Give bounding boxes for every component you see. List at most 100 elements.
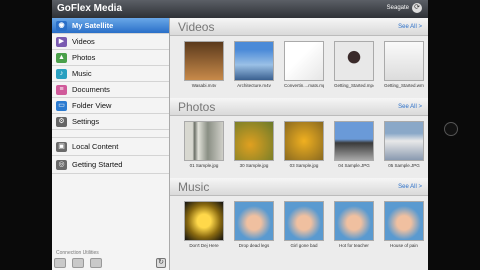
sidebar-item-music[interactable]: ♪ Music [52, 66, 169, 82]
app-title: GoFlex Media [57, 3, 123, 14]
top-bar: GoFlex Media Seagate ⟳ [52, 0, 428, 18]
sidebar-item-local-content[interactable]: ▣ Local Content [52, 138, 169, 156]
user-icon[interactable] [72, 258, 84, 268]
section-title: Videos [178, 20, 215, 34]
network-icon[interactable] [54, 258, 66, 268]
sidebar-item-my-satellite[interactable]: ◉ My Satellite [52, 18, 169, 34]
photos-section-header: Photos See All > [170, 98, 428, 116]
video-caption: Getting_Started.wmv [384, 83, 424, 88]
music-row: Don't Dej Here Drop dead legs Girl gone … [170, 201, 428, 248]
video-caption: Wasabi.m4v [191, 83, 217, 88]
music-item[interactable]: Hot for teacher [334, 201, 374, 248]
music-item[interactable]: House of pain [384, 201, 424, 248]
settings-icon: ⚙ [56, 116, 67, 127]
photo-item[interactable]: 03 Sample.jpg [284, 121, 324, 168]
sidebar-item-label: Music [72, 69, 92, 78]
documents-icon: ≡ [56, 84, 67, 95]
photo-thumbnail [184, 121, 224, 161]
device-label: Seagate [386, 5, 409, 11]
music-section-header: Music See All > [170, 178, 428, 196]
photo-thumbnail [334, 121, 374, 161]
video-thumbnail [184, 41, 224, 81]
photos-icon: ▲ [56, 52, 67, 63]
photo-caption: 04 Sample.JPG [338, 163, 370, 168]
videos-icon: ▶ [56, 36, 67, 47]
video-item[interactable]: Wasabi.m4v [184, 41, 224, 88]
videos-section-header: Videos See All > [170, 18, 428, 36]
album-art [334, 201, 374, 241]
video-thumbnail [334, 41, 374, 81]
sidebar-item-videos[interactable]: ▶ Videos [52, 34, 169, 50]
music-caption: Don't Dej Here [189, 243, 219, 248]
sidebar-item-photos[interactable]: ▲ Photos [52, 50, 169, 66]
video-thumbnail [284, 41, 324, 81]
section-title: Photos [178, 100, 216, 114]
getting-started-icon: ◎ [56, 159, 67, 170]
videos-see-all-link[interactable]: See All > [398, 24, 422, 30]
music-caption: Hot for teacher [339, 243, 369, 248]
sidebar-item-settings[interactable]: ⚙ Settings [52, 114, 169, 130]
music-item[interactable]: Drop dead legs [234, 201, 274, 248]
music-item[interactable]: Don't Dej Here [184, 201, 224, 248]
album-art [234, 201, 274, 241]
photo-item[interactable]: 05 Sample.JPG [384, 121, 424, 168]
device-icon: ⟳ [412, 3, 422, 13]
video-item[interactable]: Convertin....mats.mp4 [284, 41, 324, 88]
refresh-icon[interactable]: ↻ [156, 258, 166, 268]
sidebar-item-label: Documents [72, 85, 110, 94]
share-icon[interactable] [90, 258, 102, 268]
photo-caption: 01 Sample.jpg [189, 163, 219, 168]
photo-caption: 30 Sample.jpg [239, 163, 269, 168]
connection-utilities-label: Connection Utilities [56, 250, 99, 256]
local-content-icon: ▣ [56, 141, 67, 152]
connection-utilities [54, 258, 102, 268]
app-screen: GoFlex Media Seagate ⟳ ◉ My Satellite ▶ … [52, 0, 428, 270]
photo-item[interactable]: 30 Sample.jpg [234, 121, 274, 168]
music-item[interactable]: Girl gone bad [284, 201, 324, 248]
sidebar-item-getting-started[interactable]: ◎ Getting Started [52, 156, 169, 174]
music-caption: Drop dead legs [238, 243, 270, 248]
sidebar-item-label: Settings [72, 117, 100, 126]
photo-item[interactable]: 01 Sample.jpg [184, 121, 224, 168]
sidebar-item-folder-view[interactable]: ▭ Folder View [52, 98, 169, 114]
videos-row: Wasabi.m4v Architecture.m4v Convertin...… [170, 41, 428, 88]
sidebar-item-label: Local Content [72, 142, 119, 151]
video-item[interactable]: Getting_Started.wmv [384, 41, 424, 88]
sidebar: ◉ My Satellite ▶ Videos ▲ Photos ♪ Music… [52, 18, 170, 270]
sidebar-item-label: Getting Started [72, 160, 123, 169]
photo-caption: 05 Sample.JPG [388, 163, 420, 168]
video-caption: Getting_Started.mp4 [334, 83, 374, 88]
section-title: Music [178, 180, 210, 194]
video-caption: Convertin....mats.mp4 [284, 83, 324, 88]
photo-item[interactable]: 04 Sample.JPG [334, 121, 374, 168]
photo-thumbnail [284, 121, 324, 161]
album-art [384, 201, 424, 241]
photos-see-all-link[interactable]: See All > [398, 104, 422, 110]
sidebar-item-label: My Satellite [72, 21, 114, 30]
music-caption: Girl gone bad [290, 243, 318, 248]
sidebar-item-documents[interactable]: ≡ Documents [52, 82, 169, 98]
video-caption: Architecture.m4v [237, 83, 271, 88]
music-icon: ♪ [56, 68, 67, 79]
album-art [284, 201, 324, 241]
photo-thumbnail [384, 121, 424, 161]
sidebar-item-label: Videos [72, 37, 95, 46]
video-thumbnail [384, 41, 424, 81]
sidebar-item-label: Folder View [72, 101, 112, 110]
main-content: Videos See All > Wasabi.m4v Architecture… [170, 18, 428, 270]
device-indicator[interactable]: Seagate ⟳ [387, 3, 422, 13]
video-item[interactable]: Architecture.m4v [234, 41, 274, 88]
music-caption: House of pain [390, 243, 418, 248]
sidebar-item-label: Photos [72, 53, 96, 62]
video-item[interactable]: Getting_Started.mp4 [334, 41, 374, 88]
folder-icon: ▭ [56, 100, 67, 111]
video-thumbnail [234, 41, 274, 81]
photos-row: 01 Sample.jpg 30 Sample.jpg 03 Sample.jp… [170, 121, 428, 168]
album-art [184, 201, 224, 241]
music-see-all-link[interactable]: See All > [398, 184, 422, 190]
photo-caption: 03 Sample.jpg [289, 163, 319, 168]
photo-thumbnail [234, 121, 274, 161]
home-button[interactable] [444, 122, 458, 136]
sidebar-divider [52, 130, 169, 138]
satellite-icon: ◉ [56, 20, 67, 31]
